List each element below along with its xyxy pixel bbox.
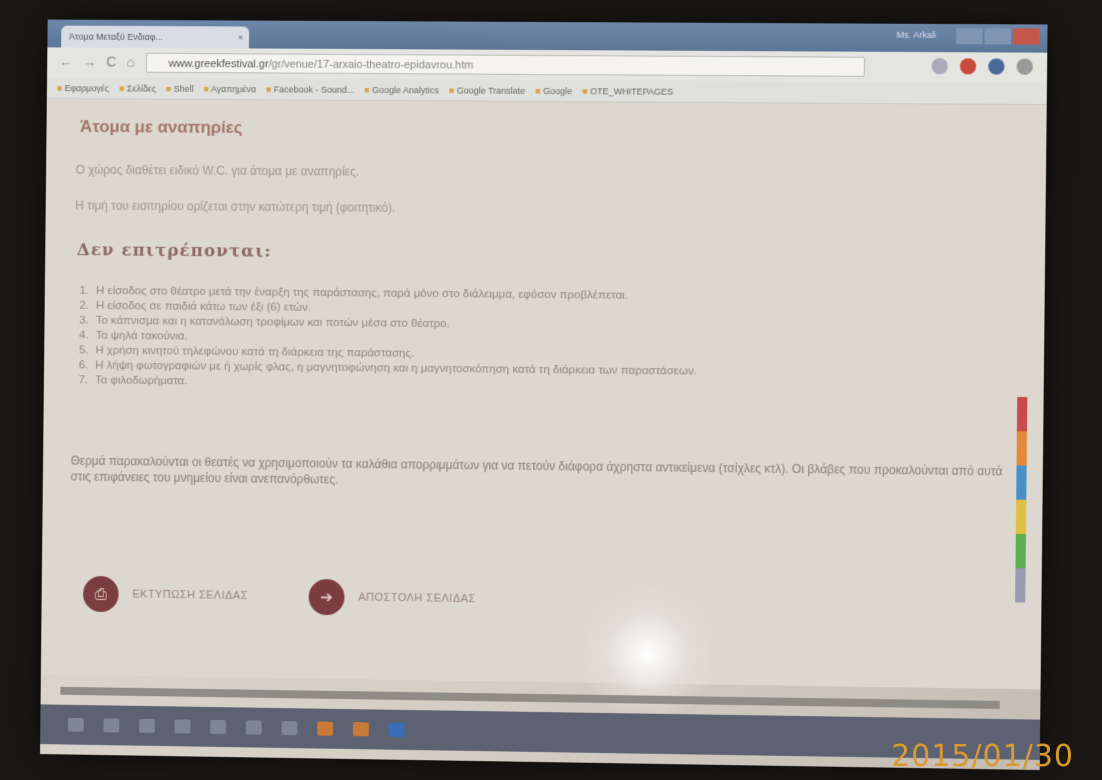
paragraph-price: Η τιμή του εισιτηρίου ορίζεται στην κατώ… [75,198,396,215]
taskbar-app-icon[interactable] [317,721,334,736]
scrollbar-segment [1016,465,1027,500]
scrollbar-segment [1016,431,1028,466]
extension-icon[interactable] [988,58,1005,75]
profile-name[interactable]: Ms. Arkali [896,30,936,40]
section-heading: Άτομα με αναπηρίες [79,117,243,137]
taskbar-app-icon[interactable] [281,721,298,736]
menu-icon[interactable] [1016,58,1033,75]
color-scrollbar[interactable] [1015,396,1028,604]
taskbar-app-icon[interactable] [210,719,227,735]
bookmark-item[interactable]: Shell [166,78,194,99]
taskbar-app-icon[interactable] [138,718,155,733]
taskbar-app-icon[interactable] [245,720,262,735]
bookmark-item[interactable]: Εφαρμογές [57,77,110,98]
taskbar-app-icon[interactable] [388,722,405,737]
taskbar-app-icon[interactable] [174,719,191,734]
back-icon[interactable]: ← [59,53,73,69]
projected-screen: Άτομα Μεταξύ Ενδιαφ... × Ms. Arkali ← → … [40,19,1048,771]
scrollbar-segment [1015,568,1026,603]
date-stamp: 2015/01/30 [891,739,1074,774]
bookmark-item[interactable]: Google Analytics [364,79,439,100]
forward-icon[interactable]: → [83,53,97,69]
nav-buttons: ← → C ⌂ [59,53,135,69]
taskbar-app-icon[interactable] [352,722,369,737]
search-icon[interactable] [931,58,948,75]
taskbar-app-icon[interactable] [103,718,120,733]
print-page-button[interactable]: ⎙ ΕΚΤΥΠΩΣΗ ΣΕΛΙΔΑΣ [82,575,248,614]
scrollbar-segment [1015,533,1026,569]
bookmark-item[interactable]: OTE_WHITEPAGES [582,80,673,102]
print-page-label: ΕΚΤΥΠΩΣΗ ΣΕΛΙΔΑΣ [132,588,248,603]
reload-icon[interactable]: C [106,54,116,70]
tab-title: Άτομα Μεταξύ Ενδιαφ... [69,31,163,42]
minimize-icon[interactable] [956,28,983,45]
bookmark-item[interactable]: Αγαπημένα [203,78,256,99]
browser-tab[interactable]: Άτομα Μεταξύ Ενδιαφ... × [61,25,250,49]
home-icon[interactable]: ⌂ [126,54,135,70]
status-bar [60,686,1000,709]
bookmark-item[interactable]: Facebook - Sound... [266,78,355,99]
maximize-icon[interactable] [984,28,1012,45]
page-content: Άτομα με αναπηρίες Ο χώρος διαθέτει ειδι… [40,98,1047,690]
close-window-icon[interactable] [1012,28,1040,45]
scrollbar-segment [1016,396,1028,432]
scrollbar-segment [1015,499,1027,535]
send-icon: ➔ [308,578,345,616]
paragraph-wc: Ο χώρος διαθέτει ειδικό W.C. για άτομα μ… [75,162,360,179]
rules-list: Η είσοδος στο θέατρο μετά την έναρξη της… [73,284,911,397]
bookmark-item[interactable]: Google Translate [449,79,526,100]
not-allowed-heading: Δεν επιτρέπονται: [76,240,272,262]
extension-icon[interactable] [959,58,977,75]
send-page-button[interactable]: ➔ ΑΠΟΣΤΟΛΗ ΣΕΛΙΔΑΣ [308,578,476,617]
url-path: /gr/venue/17-arxaio-theatro-epidavrou.ht… [268,58,474,72]
close-tab-icon[interactable]: × [238,26,243,48]
notice-text: Θερμά παρακαλούνται οι θεατές να χρησιμο… [70,453,1003,487]
bookmark-item[interactable]: Google [535,80,572,101]
window-controls [956,28,1040,45]
address-bar[interactable]: www.greekfestival.gr/gr/venue/17-arxaio-… [145,52,866,77]
bookmark-item[interactable]: Σελίδες [119,78,156,99]
printer-icon: ⎙ [82,575,119,613]
start-icon[interactable] [67,717,84,732]
url-domain: www.greekfestival.gr [168,57,269,71]
toolbar-icons [931,58,1033,75]
send-page-label: ΑΠΟΣΤΟΛΗ ΣΕΛΙΔΑΣ [358,591,476,606]
